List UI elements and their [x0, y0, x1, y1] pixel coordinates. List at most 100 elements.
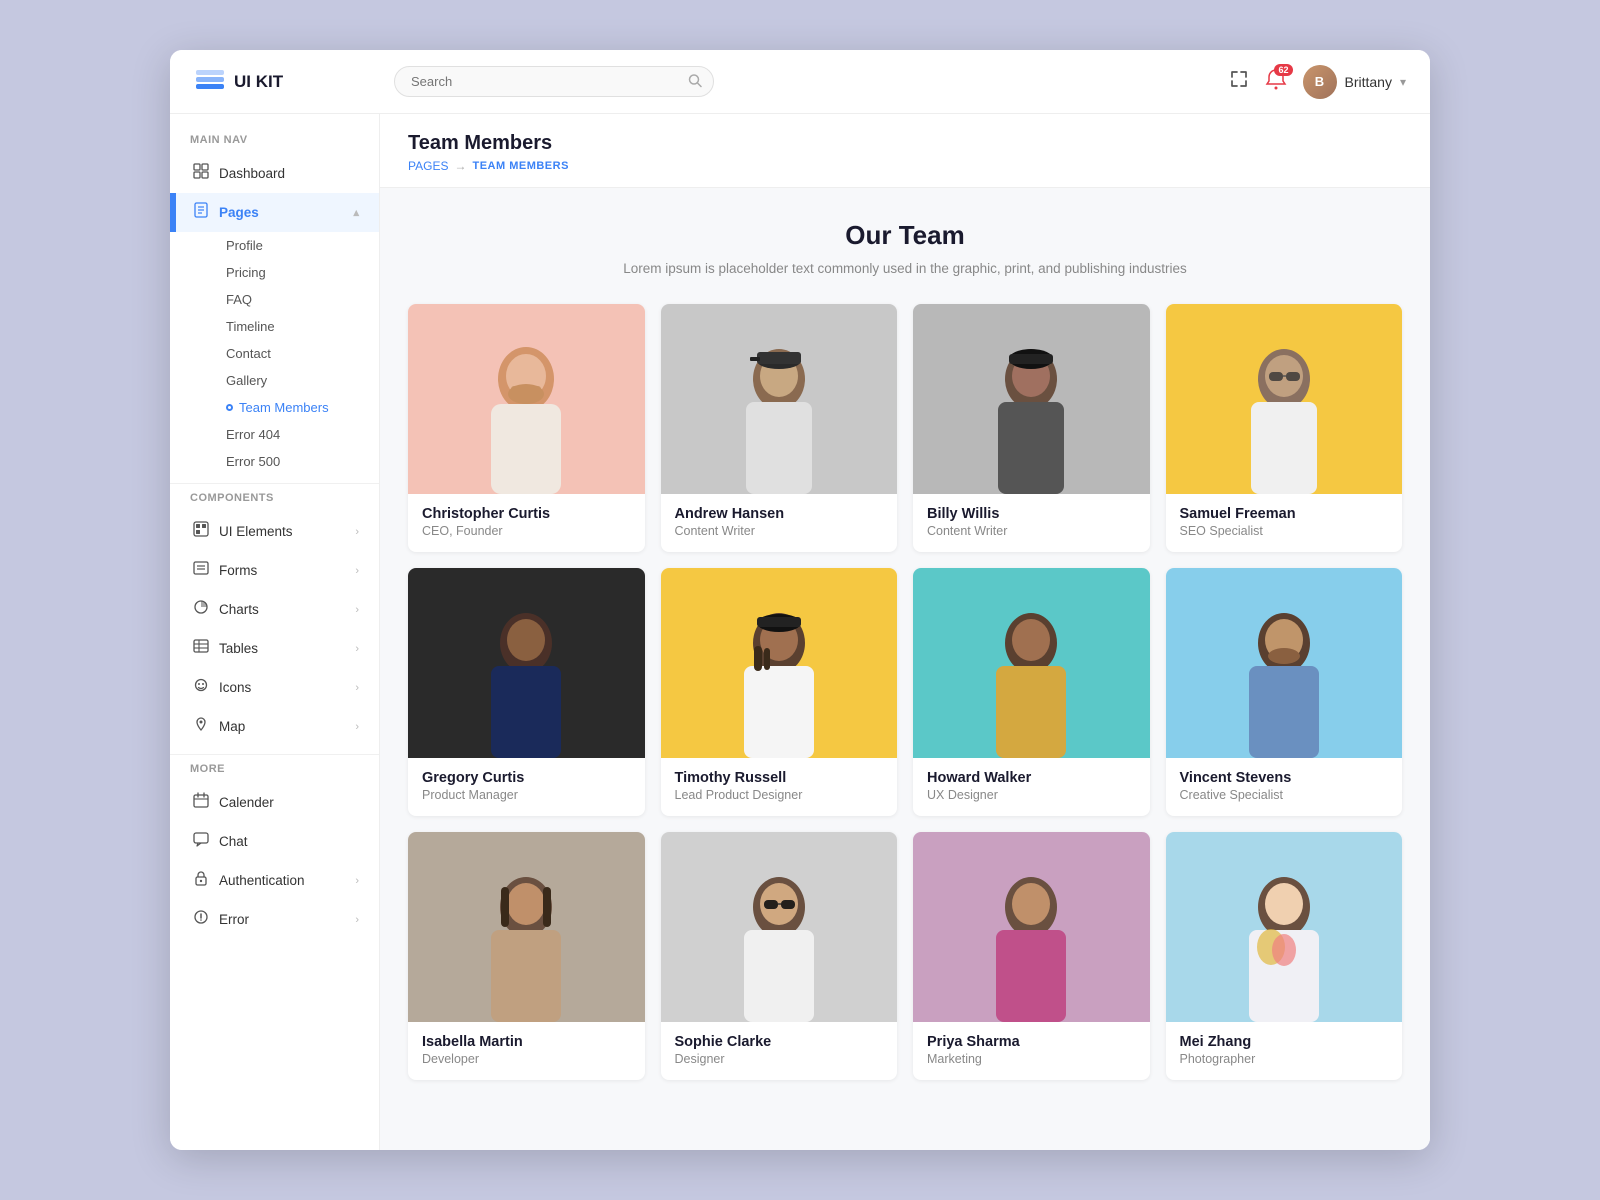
sidebar-sub-label-pricing: Pricing: [226, 265, 266, 280]
authentication-icon: [193, 870, 209, 891]
logo-icon: [194, 66, 226, 98]
team-card-photo-10: [661, 832, 898, 1022]
sidebar-item-pages[interactable]: Pages ▴: [170, 193, 379, 232]
team-card-photo-12: [1166, 832, 1403, 1022]
avatar-image: B: [1303, 65, 1337, 99]
team-card-vincent[interactable]: Vincent Stevens Creative Specialist: [1166, 568, 1403, 816]
sidebar-item-ui-elements[interactable]: UI Elements ›: [170, 512, 379, 551]
sidebar-item-chat[interactable]: Chat: [170, 822, 379, 861]
sidebar-sub-gallery[interactable]: Gallery: [218, 367, 379, 394]
sidebar-sub-error404[interactable]: Error 404: [218, 421, 379, 448]
team-card-howard[interactable]: Howard Walker UX Designer: [913, 568, 1150, 816]
notification-bell[interactable]: 62: [1265, 68, 1287, 95]
search-icon: [688, 73, 702, 90]
forms-icon: [193, 560, 209, 581]
team-card-10[interactable]: Sophie Clarke Designer: [661, 832, 898, 1080]
search-bar: [394, 66, 714, 97]
team-card-9[interactable]: Isabella Martin Developer: [408, 832, 645, 1080]
team-grid: Christopher Curtis CEO, Founder: [408, 304, 1402, 1080]
sidebar-sub-faq[interactable]: FAQ: [218, 286, 379, 313]
pages-chevron-icon: ▴: [353, 206, 359, 219]
member-role-5: Lead Product Designer: [675, 788, 884, 802]
authentication-chevron: ›: [355, 875, 359, 887]
sidebar-label-ui-elements: UI Elements: [219, 524, 293, 539]
sidebar-sub-team-members[interactable]: Team Members: [218, 394, 379, 421]
team-card-photo-samuel: [1166, 304, 1403, 494]
tables-icon: [193, 638, 209, 659]
team-card-samuel[interactable]: Samuel Freeman SEO Specialist: [1166, 304, 1403, 552]
avatar: B: [1303, 65, 1337, 99]
sidebar-label-forms: Forms: [219, 563, 257, 578]
map-icon: [193, 716, 209, 737]
member-name-3: Samuel Freeman: [1180, 506, 1389, 522]
sidebar-sub-label-error404: Error 404: [226, 427, 280, 442]
sidebar-sub-error500[interactable]: Error 500: [218, 448, 379, 475]
sidebar-label-icons: Icons: [219, 680, 251, 695]
user-name: Brittany: [1345, 74, 1392, 90]
sidebar-item-error[interactable]: Error ›: [170, 900, 379, 939]
logo-area: UI KIT: [194, 66, 394, 98]
more-label: More: [170, 763, 379, 783]
search-input[interactable]: [394, 66, 714, 97]
team-section: Our Team Lorem ipsum is placeholder text…: [380, 188, 1430, 1112]
sidebar-item-dashboard[interactable]: Dashboard: [170, 154, 379, 193]
sidebar-item-map[interactable]: Map ›: [170, 707, 379, 746]
sidebar-sub-contact[interactable]: Contact: [218, 340, 379, 367]
member-role-2: Content Writer: [927, 524, 1136, 538]
sidebar-item-tables[interactable]: Tables ›: [170, 629, 379, 668]
notification-badge: 62: [1274, 64, 1292, 76]
team-card-gregory[interactable]: Gregory Curtis Product Manager: [408, 568, 645, 816]
sidebar-sub-timeline[interactable]: Timeline: [218, 313, 379, 340]
sidebar-item-authentication[interactable]: Authentication ›: [170, 861, 379, 900]
team-card-info-12: Mei Zhang Photographer: [1166, 1022, 1403, 1080]
team-card-12[interactable]: Mei Zhang Photographer: [1166, 832, 1403, 1080]
team-card-info-gregory: Gregory Curtis Product Manager: [408, 758, 645, 816]
body-area: Main Nav Dashboard: [170, 114, 1430, 1150]
expand-icon[interactable]: [1229, 69, 1249, 94]
member-name-10: Priya Sharma: [927, 1034, 1136, 1050]
charts-chevron: ›: [355, 604, 359, 616]
member-name-9: Sophie Clarke: [675, 1034, 884, 1050]
member-role-9: Designer: [675, 1052, 884, 1066]
sidebar-label-chat: Chat: [219, 834, 248, 849]
team-card-info-vincent: Vincent Stevens Creative Specialist: [1166, 758, 1403, 816]
team-card-photo-gregory: [408, 568, 645, 758]
sidebar-item-charts[interactable]: Charts ›: [170, 590, 379, 629]
sidebar-item-icons[interactable]: Icons ›: [170, 668, 379, 707]
member-name-2: Billy Willis: [927, 506, 1136, 522]
dashboard-icon: [193, 163, 209, 184]
sidebar-sub-label-profile: Profile: [226, 238, 263, 253]
sidebar-sub-label-error500: Error 500: [226, 454, 280, 469]
map-chevron: ›: [355, 721, 359, 733]
header: UI KIT 62: [170, 50, 1430, 114]
member-role-4: Product Manager: [422, 788, 631, 802]
sidebar-sub-profile[interactable]: Profile: [218, 232, 379, 259]
team-card-11[interactable]: Priya Sharma Marketing: [913, 832, 1150, 1080]
team-card-info-billy: Billy Willis Content Writer: [913, 494, 1150, 552]
member-role-3: SEO Specialist: [1180, 524, 1389, 538]
team-card-christopher[interactable]: Christopher Curtis CEO, Founder: [408, 304, 645, 552]
team-card-info-9: Isabella Martin Developer: [408, 1022, 645, 1080]
tables-chevron: ›: [355, 643, 359, 655]
team-card-photo-christopher: [408, 304, 645, 494]
member-name-0: Christopher Curtis: [422, 506, 631, 522]
sidebar-label-authentication: Authentication: [219, 873, 305, 888]
team-card-billy[interactable]: Billy Willis Content Writer: [913, 304, 1150, 552]
sidebar-sub-pricing[interactable]: Pricing: [218, 259, 379, 286]
team-card-info-timothy: Timothy Russell Lead Product Designer: [661, 758, 898, 816]
team-card-info-samuel: Samuel Freeman SEO Specialist: [1166, 494, 1403, 552]
user-area[interactable]: B Brittany ▾: [1303, 65, 1407, 99]
header-right: 62 B Brittany ▾: [1229, 65, 1407, 99]
breadcrumb-arrow: →: [454, 159, 466, 173]
team-card-info-christopher: Christopher Curtis CEO, Founder: [408, 494, 645, 552]
sidebar-sub-label-team-members: Team Members: [239, 400, 329, 415]
team-card-andrew[interactable]: Andrew Hansen Content Writer: [661, 304, 898, 552]
team-card-photo-11: [913, 832, 1150, 1022]
member-name-11: Mei Zhang: [1180, 1034, 1389, 1050]
team-card-timothy[interactable]: Timothy Russell Lead Product Designer: [661, 568, 898, 816]
divider-2: [170, 754, 379, 755]
main-nav-label: Main Nav: [170, 134, 379, 154]
pages-icon: [193, 202, 209, 223]
sidebar-item-forms[interactable]: Forms ›: [170, 551, 379, 590]
sidebar-item-calendar[interactable]: Calender: [170, 783, 379, 822]
